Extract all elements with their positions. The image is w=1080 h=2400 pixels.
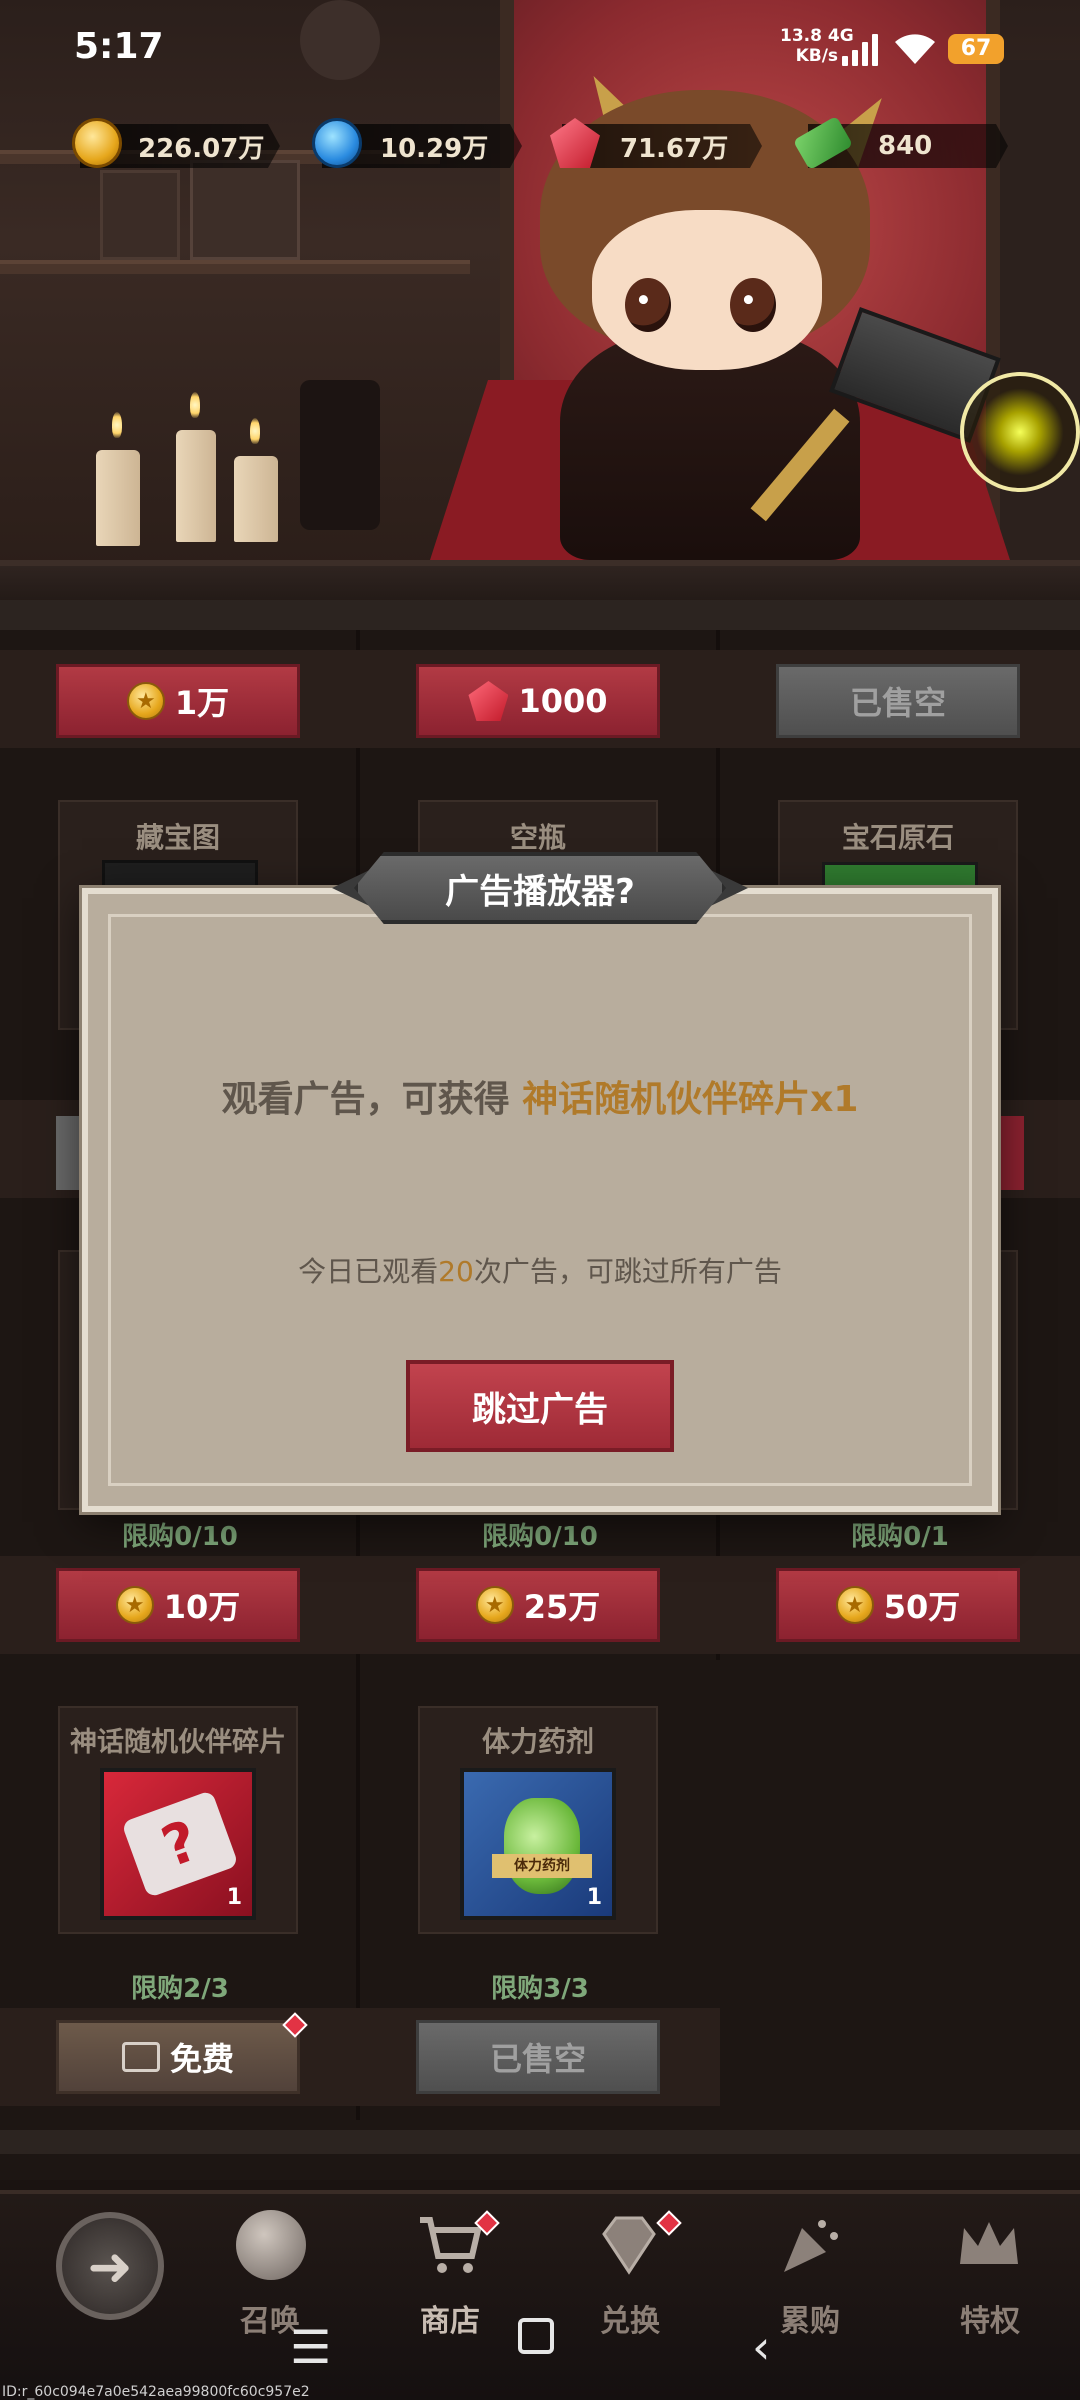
menu-icon[interactable]: ☰ — [290, 2320, 331, 2374]
skip-ad-button[interactable]: 跳过广告 — [406, 1360, 674, 1452]
nav-cumulative[interactable]: 累购 — [720, 2296, 900, 2340]
nav-exchange[interactable]: 兑换 — [540, 2296, 720, 2340]
dialog-message: 观看广告，可获得 神话随机伙伴碎片x1 — [82, 1070, 998, 1122]
dialog-subtext: 今日已观看20次广告，可跳过所有广告 — [82, 1250, 998, 1290]
sub-suffix: 次广告，可跳过所有广告 — [473, 1255, 782, 1288]
party-popper-icon — [774, 2210, 844, 2280]
back-icon[interactable]: ‹ — [752, 2320, 770, 2374]
nav-summon[interactable]: 召唤 — [180, 2296, 360, 2340]
dialog-title: 广告播放器? — [445, 871, 635, 912]
home-icon[interactable] — [518, 2318, 554, 2354]
session-id: ID:r_60c094e7a0e542aea99800fc60c957e2 — [2, 2384, 310, 2400]
bottom-nav — [0, 2190, 1080, 2400]
diamond-icon — [594, 2210, 664, 2280]
reward-text: 神话随机伙伴碎片x1 — [522, 1079, 859, 1120]
dialog-title-plate: 广告播放器? — [354, 852, 726, 924]
crown-icon — [954, 2210, 1024, 2280]
back-arrow-icon[interactable]: ➜ — [56, 2212, 164, 2320]
ads-watched-count: 20 — [438, 1255, 474, 1288]
nav-shop[interactable]: 商店 — [360, 2296, 540, 2340]
sub-prefix: 今日已观看 — [298, 1255, 439, 1288]
crystal-ball-icon — [236, 2210, 306, 2280]
cart-icon — [414, 2210, 484, 2280]
nav-privilege[interactable]: 特权 — [900, 2296, 1080, 2340]
message-prefix: 观看广告，可获得 — [221, 1079, 523, 1120]
